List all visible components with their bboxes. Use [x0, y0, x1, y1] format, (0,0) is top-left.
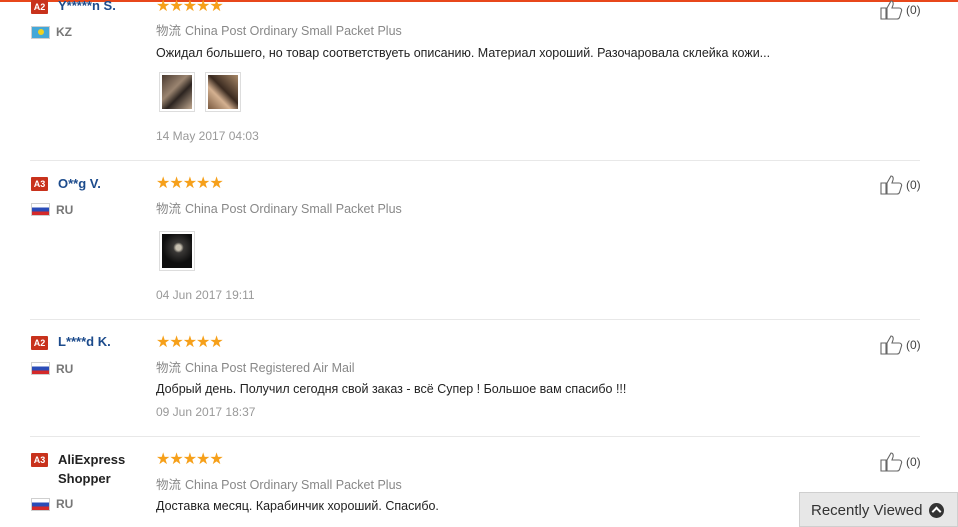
chevron-up-icon[interactable] — [929, 503, 944, 518]
buyer-level-badge: A2 — [31, 336, 48, 350]
logistics-label: 物流 — [156, 478, 182, 492]
thumbs-up-icon — [880, 335, 903, 355]
buyer-name[interactable]: O**g V. — [58, 176, 101, 191]
review-divider — [30, 436, 920, 437]
star-rating: ★★★★★ — [156, 173, 224, 192]
buyer-level-badge: A3 — [31, 453, 48, 467]
top-accent-line — [0, 0, 958, 2]
country-flag-icon — [31, 362, 50, 375]
country-flag-icon — [31, 26, 50, 39]
star-rating: ★★★★★ — [156, 0, 224, 15]
logistics-method: China Post Ordinary Small Packet Plus — [185, 24, 402, 38]
buyer-name[interactable]: L****d K. — [58, 334, 111, 349]
like-count: (0) — [906, 455, 921, 469]
logistics-info: 物流 China Post Ordinary Small Packet Plus — [156, 198, 402, 217]
review-text: Доставка месяц. Карабинчик хороший. Спас… — [156, 499, 439, 513]
logistics-info: 物流 China Post Registered Air Mail — [156, 357, 355, 376]
country-flag-icon — [31, 203, 50, 216]
buyer-country: RU — [56, 497, 74, 511]
review-divider — [30, 319, 920, 320]
review-text: Ожидал большего, но товар соответствуеть… — [156, 46, 771, 60]
star-rating: ★★★★★ — [156, 449, 224, 468]
like-count: (0) — [906, 178, 921, 192]
like-count: (0) — [906, 338, 921, 352]
logistics-method: China Post Ordinary Small Packet Plus — [185, 478, 402, 492]
like-count: (0) — [906, 3, 921, 17]
buyer-name[interactable]: Y*****n S. — [58, 0, 116, 13]
logistics-label: 物流 — [156, 24, 182, 38]
logistics-info: 物流 China Post Ordinary Small Packet Plus — [156, 474, 402, 493]
logistics-info: 物流 China Post Ordinary Small Packet Plus — [156, 20, 402, 39]
review-photo[interactable] — [205, 72, 241, 112]
review-divider — [30, 160, 920, 161]
buyer-name[interactable]: AliExpress Shopper — [58, 450, 158, 488]
logistics-label: 物流 — [156, 361, 182, 375]
country-flag-icon — [31, 498, 50, 511]
review-text: Добрый день. Получил сегодня свой заказ … — [156, 382, 627, 396]
review-photo[interactable] — [159, 231, 195, 271]
buyer-country: RU — [56, 203, 74, 217]
thumbs-up-icon — [880, 175, 903, 195]
thumbs-up-icon — [880, 0, 903, 20]
review-date: 04 Jun 2017 19:11 — [156, 288, 255, 302]
logistics-method: China Post Ordinary Small Packet Plus — [185, 202, 402, 216]
buyer-country: KZ — [56, 25, 72, 39]
logistics-label: 物流 — [156, 202, 182, 216]
review-date: 09 Jun 2017 18:37 — [156, 405, 256, 419]
recently-viewed-label: Recently Viewed — [811, 502, 923, 519]
buyer-level-badge: A3 — [31, 177, 48, 191]
review-date: 14 May 2017 04:03 — [156, 129, 259, 143]
thumbs-up-icon — [880, 452, 903, 472]
logistics-method: China Post Registered Air Mail — [185, 361, 355, 375]
buyer-country: RU — [56, 362, 74, 376]
recently-viewed-tab[interactable]: Recently Viewed — [799, 492, 958, 527]
buyer-level-badge: A2 — [31, 0, 48, 14]
star-rating: ★★★★★ — [156, 332, 224, 351]
review-photo[interactable] — [159, 72, 195, 112]
